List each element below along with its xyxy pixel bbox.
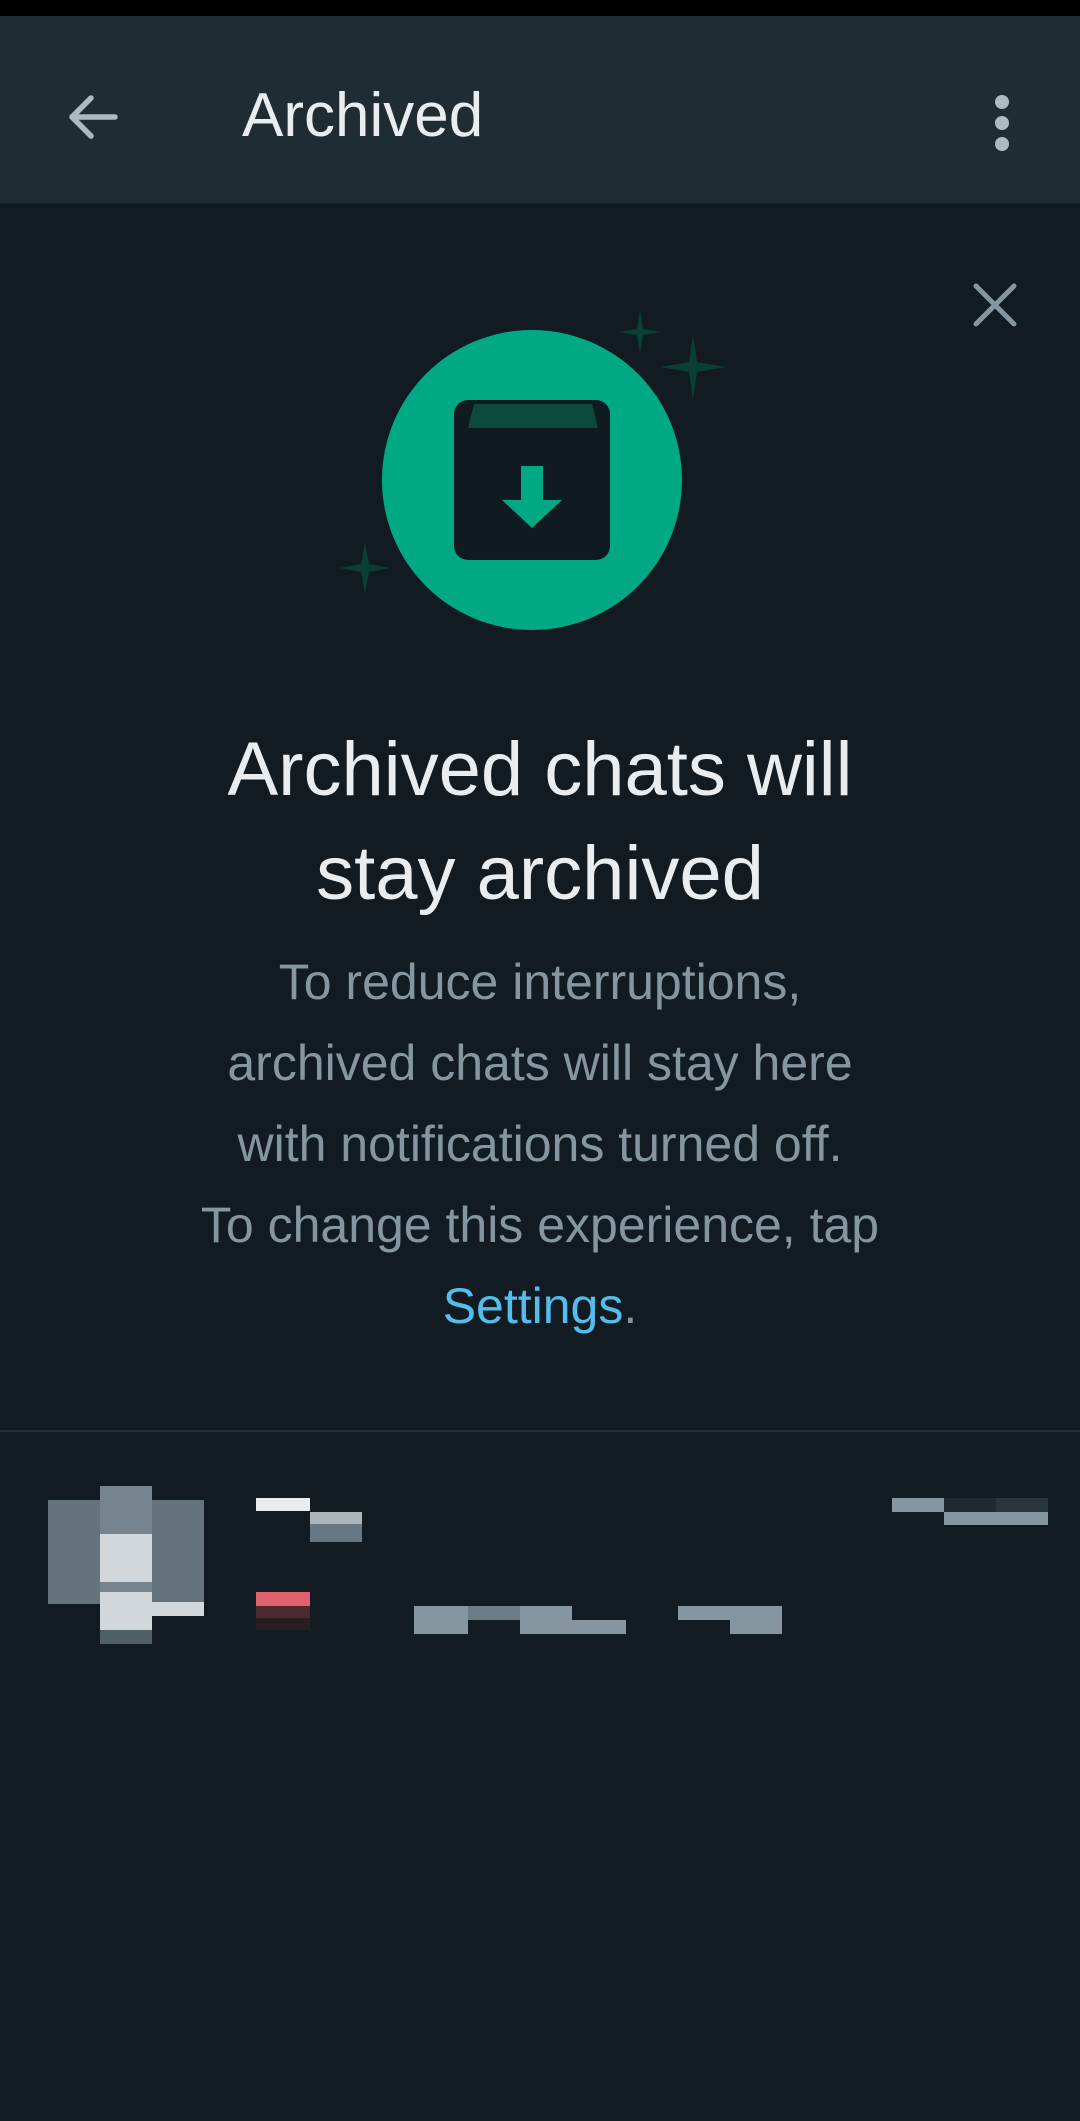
- arrow-left-icon: [69, 95, 118, 139]
- body-line-2: archived chats will stay here: [227, 1035, 853, 1091]
- back-button[interactable]: [48, 72, 138, 162]
- archive-illustration: [340, 310, 726, 630]
- divider: [0, 1430, 1080, 1432]
- archive-box-icon: [454, 400, 610, 560]
- page-title: Archived: [242, 81, 484, 150]
- banner-description: To reduce interruptions, archived chats …: [90, 942, 990, 1347]
- status-bar: [0, 0, 1080, 16]
- archived-chat-row[interactable]: [0, 1434, 1080, 1664]
- close-banner-button[interactable]: [955, 265, 1035, 345]
- settings-link[interactable]: Settings: [443, 1278, 624, 1334]
- body-line-5: Settings.: [90, 1266, 990, 1347]
- banner-headline: Archived chats will stay archived: [90, 718, 990, 926]
- headline-line-1: Archived chats will: [227, 727, 853, 812]
- body-line-1: To reduce interruptions,: [278, 954, 802, 1010]
- more-options-button[interactable]: [962, 78, 1042, 168]
- archived-screen: Archived Archived chats will stay archiv…: [0, 0, 1080, 2121]
- body-line-3: with notifications turned off.: [237, 1116, 843, 1172]
- close-icon: [973, 283, 1017, 327]
- body-line-4: To change this experience, tap: [200, 1197, 880, 1253]
- settings-period: .: [623, 1278, 638, 1334]
- headline-line-2: stay archived: [316, 831, 764, 916]
- more-vert-icon: [995, 95, 1009, 151]
- app-bar: Archived: [0, 16, 1080, 203]
